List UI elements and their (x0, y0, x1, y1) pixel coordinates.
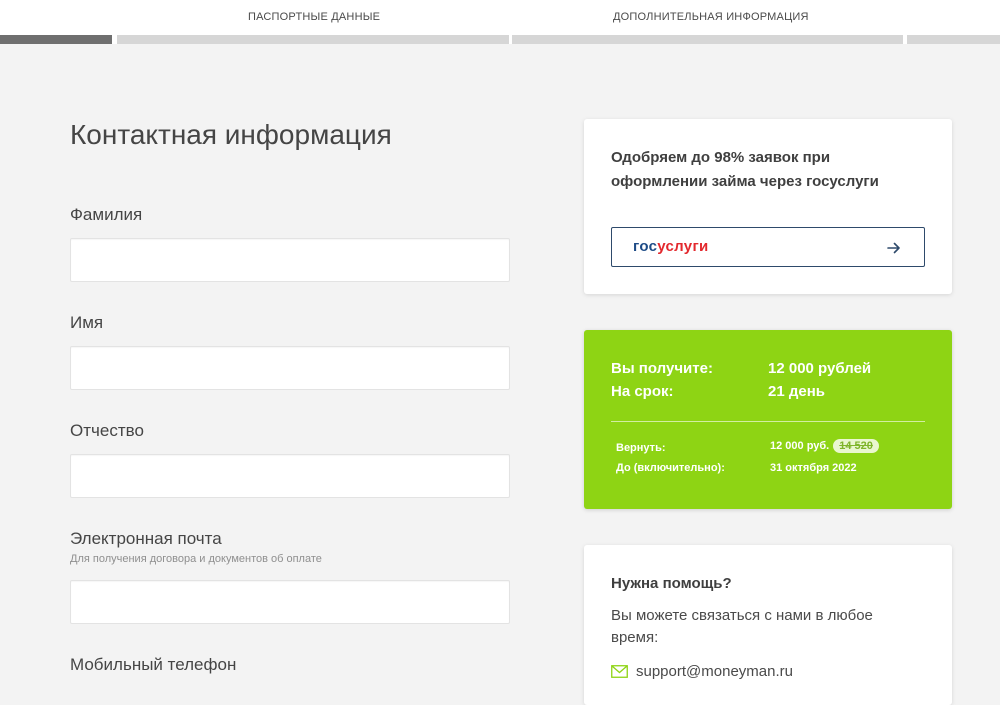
progress-segment (512, 35, 903, 44)
help-text: Вы можете связаться с нами в любое время… (611, 607, 873, 646)
term-value: 21 день (768, 383, 825, 400)
due-label: До (включительно): (616, 462, 725, 474)
term-label: На срок: (611, 383, 674, 400)
gosuslugi-promo-text: Одобряем до 98% заявок при оформлении за… (611, 149, 879, 190)
gosuslugi-logo: госуслуги (633, 238, 709, 255)
arrow-right-icon (887, 242, 900, 254)
gosuslugi-login-button[interactable]: госуслуги (611, 227, 925, 267)
middle-name-input[interactable] (70, 454, 510, 498)
help-title: Нужна помощь? (611, 575, 732, 592)
step-passport-data[interactable]: ПАСПОРТНЫЕ ДАННЫЕ (248, 11, 380, 23)
progress-segment (907, 35, 1000, 44)
middle-name-label: Отчество (70, 421, 144, 440)
mobile-phone-label: Мобильный телефон (70, 655, 237, 674)
page-title: Контактная информация (70, 119, 392, 150)
return-value: 12 000 руб. (770, 440, 830, 452)
step-additional-info[interactable]: ДОПОЛНИТЕЛЬНАЯ ИНФОРМАЦИЯ (613, 11, 809, 23)
last-name-input[interactable] (70, 238, 510, 282)
amount-value: 12 000 рублей (768, 360, 872, 377)
email-label: Электронная почта (70, 529, 222, 548)
mail-icon (611, 665, 628, 678)
amount-label: Вы получите: (611, 360, 713, 377)
gosuslugi-card: Одобряем до 98% заявок при оформлении за… (584, 119, 952, 294)
support-email[interactable]: support@moneyman.ru (636, 663, 793, 680)
progress-segment (117, 35, 509, 44)
help-card: Нужна помощь? Вы можете связаться с нами… (584, 545, 952, 705)
email-input[interactable] (70, 580, 510, 624)
first-name-label: Имя (70, 313, 104, 332)
progress-header: ПАСПОРТНЫЕ ДАННЫЕ ДОПОЛНИТЕЛЬНАЯ ИНФОРМА… (0, 0, 1000, 44)
return-label: Вернуть: (616, 442, 666, 454)
progress-segment-active (0, 35, 112, 44)
loan-offer-card: Вы получите: 12 000 рублей На срок: 21 д… (584, 330, 952, 509)
support-email-link[interactable]: support@moneyman.ru (611, 663, 793, 680)
email-hint: Для получения договора и документов об о… (70, 553, 322, 565)
last-name-label: Фамилия (70, 205, 143, 224)
old-price-badge: 14 520 (833, 439, 879, 453)
due-value: 31 октября 2022 (770, 462, 857, 474)
return-amount: 12 000 руб. 14 520 (770, 439, 879, 453)
first-name-input[interactable] (70, 346, 510, 390)
offer-divider (611, 421, 925, 422)
